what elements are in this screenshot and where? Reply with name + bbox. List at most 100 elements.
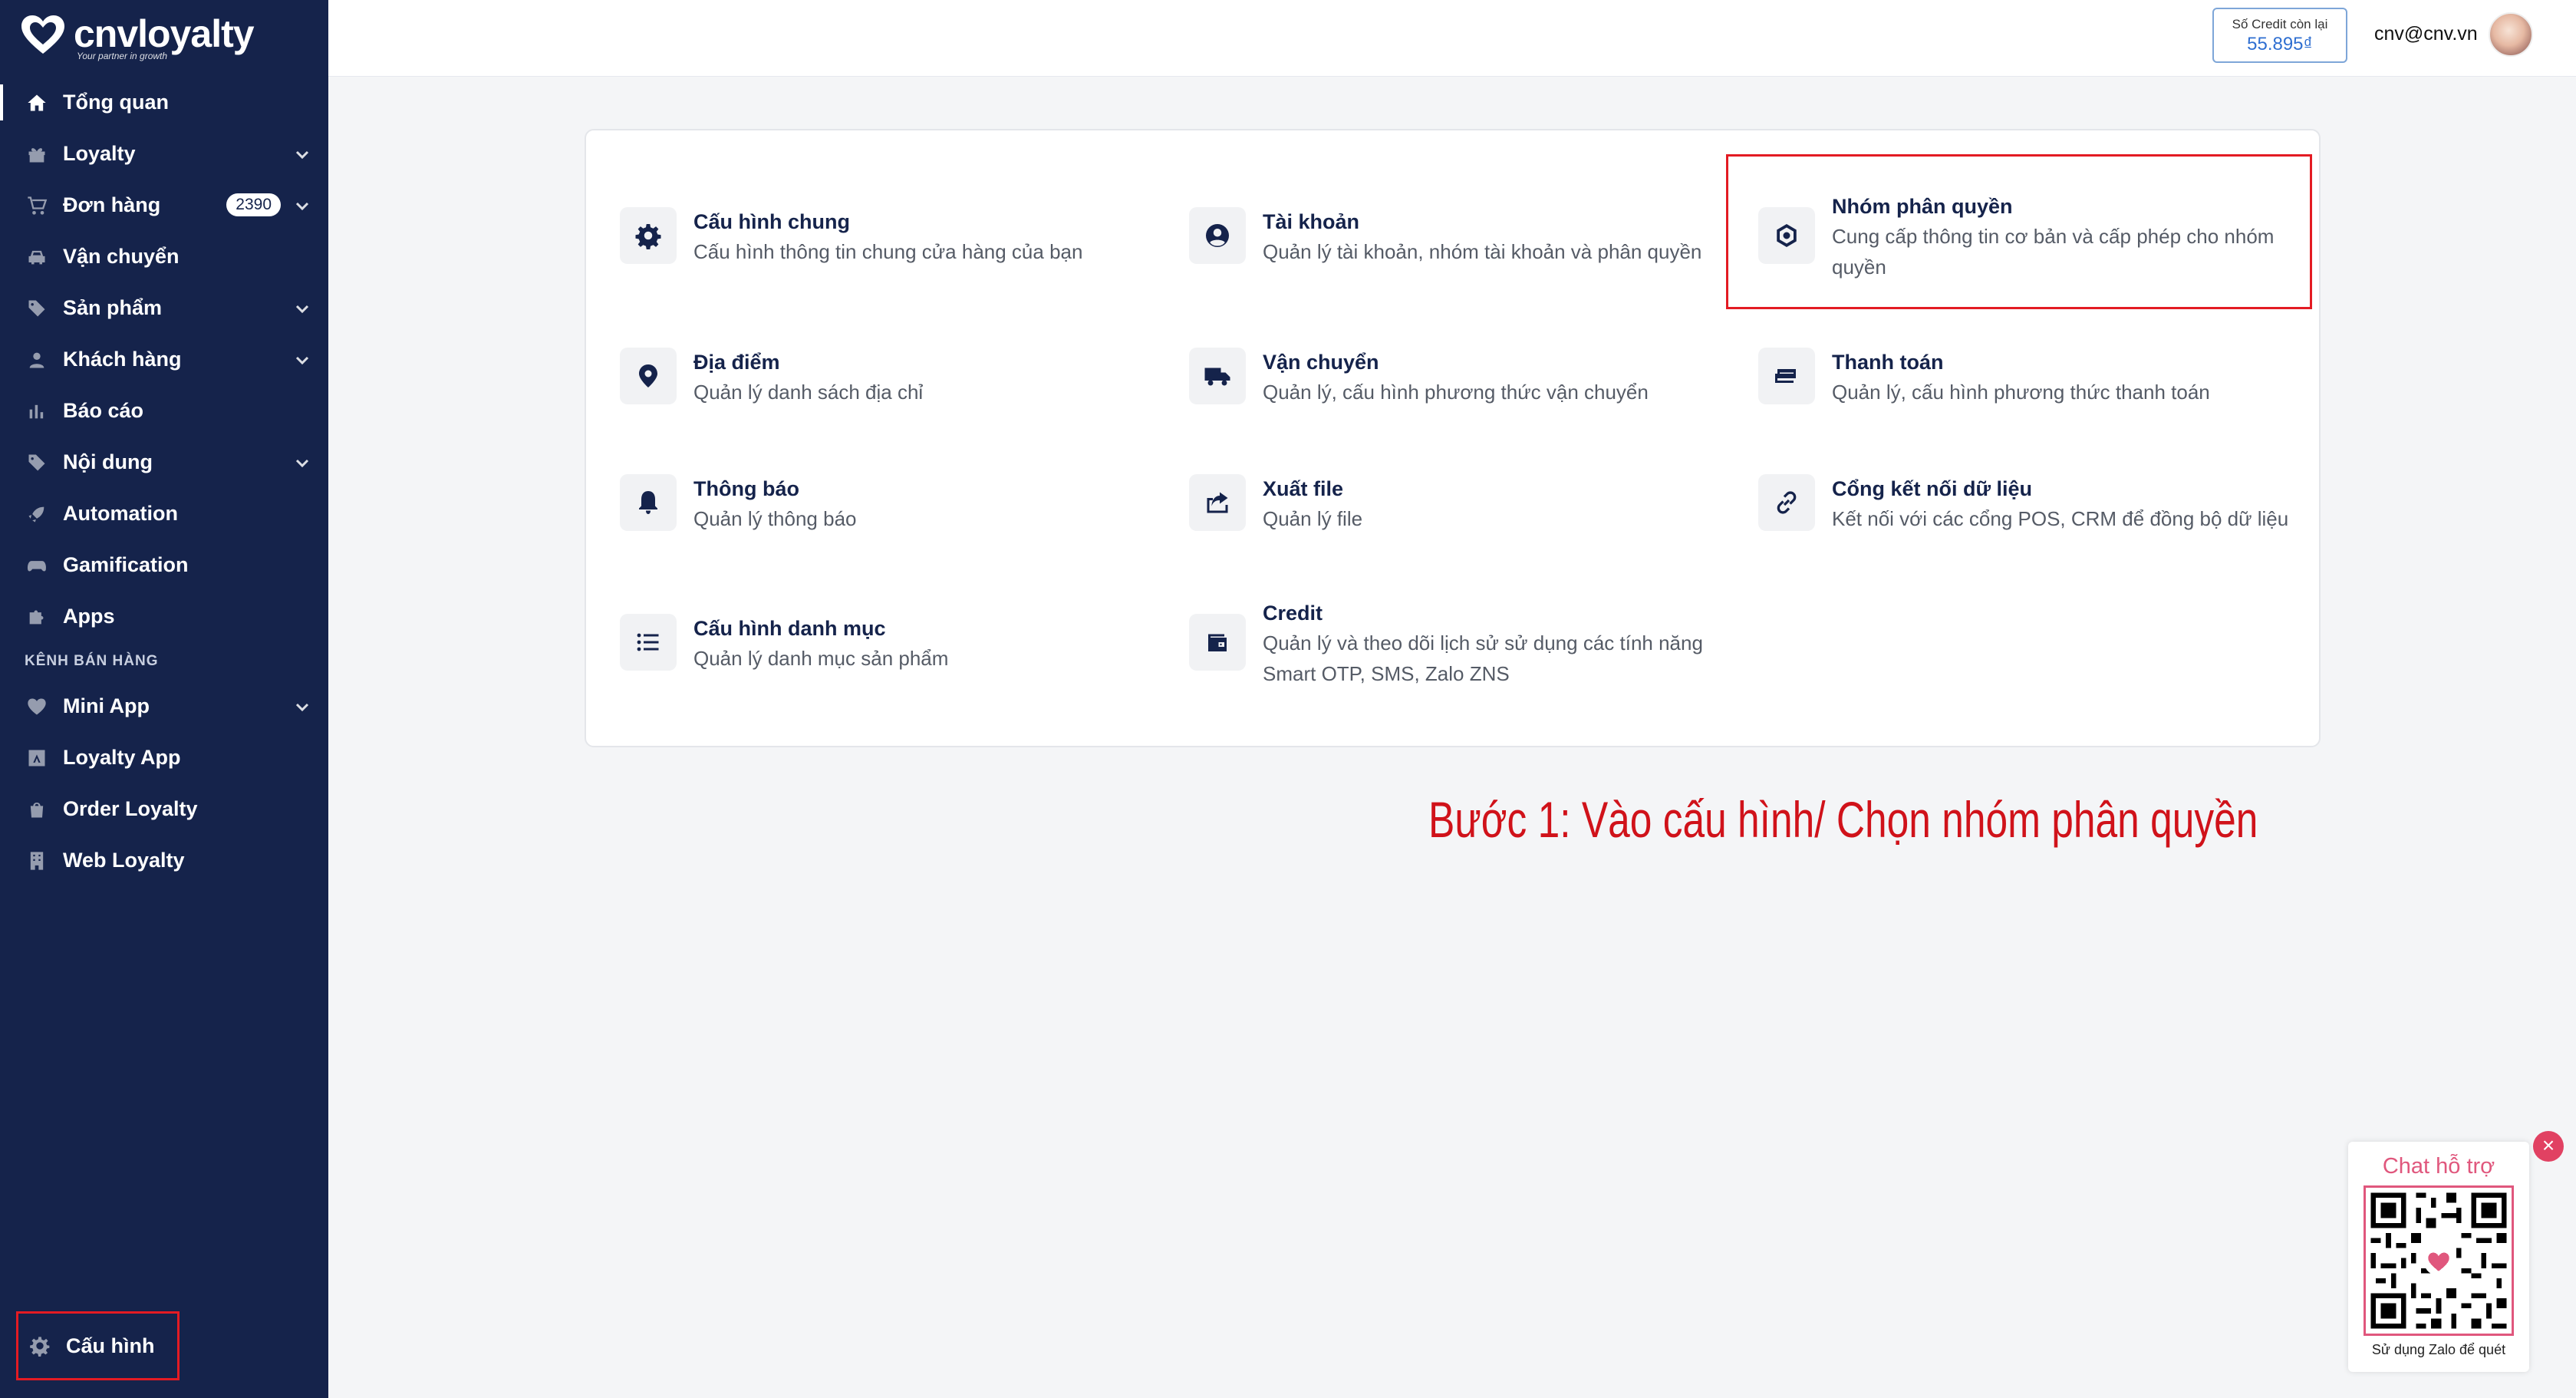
brand-tagline: Your partner in growth [77,51,168,61]
truck-icon [1189,348,1246,404]
chevron-down-icon[interactable] [293,351,311,369]
location-pin-icon [620,348,677,404]
setting-title: Credit [1263,602,1323,625]
sidebar-item-bao-cao[interactable]: Báo cáo [0,385,328,437]
sidebar-item-label: Sản phẩm [63,296,163,319]
bag-icon [25,797,49,822]
setting-cong-ket-noi[interactable]: Cổng kết nối dữ liệu Kết nối với các cổn… [1758,474,2288,534]
brand-logo[interactable]: cnvloyalty Your partner in growth [20,12,255,61]
wallet-icon [1189,614,1246,671]
sidebar-nav: Tổng quan Loyalty Đơn hàng 2390 Vận chuy… [0,77,328,886]
setting-xuat-file[interactable]: Xuất file Quản lý file [1189,474,1362,534]
sidebar-item-label: Mini App [63,694,150,717]
avatar[interactable] [2489,12,2533,57]
sidebar-item-mini-app[interactable]: Mini App [0,681,328,732]
sidebar-item-noi-dung[interactable]: Nội dung [0,437,328,488]
sidebar-item-loyalty-app[interactable]: Loyalty App [0,732,328,783]
setting-desc: Quản lý, cấu hình phương thức vận chuyển [1263,381,1649,404]
setting-thong-bao[interactable]: Thông báo Quản lý thông báo [620,474,857,534]
setting-thanh-toan[interactable]: Thanh toán Quản lý, cấu hình phương thức… [1758,348,2210,407]
setting-dia-diem[interactable]: Địa điểm Quản lý danh sách địa chỉ [620,348,923,407]
gamepad-icon [25,553,49,578]
credit-label: Số Credit còn lại [2232,17,2328,31]
qr-icon [2366,1188,2512,1334]
sidebar-item-web-loyalty[interactable]: Web Loyalty [0,835,328,886]
home-icon [25,91,49,115]
chevron-down-icon[interactable] [293,145,311,163]
setting-desc: Quản lý và theo dõi lịch sử sử dụng các … [1263,631,1703,654]
setting-title: Cổng kết nối dữ liệu [1832,477,2033,500]
close-icon[interactable]: × [2533,1131,2564,1162]
setting-title: Cấu hình danh mục [693,617,886,640]
sidebar-item-gamification[interactable]: Gamification [0,539,328,591]
step-annotation: Bước 1: Vào cấu hình/ Chọn nhóm phân quy… [1428,791,2258,848]
tag-icon [25,296,49,321]
sidebar-section-title: KÊNH BÁN HÀNG [25,653,159,669]
chat-support-widget[interactable]: Chat hỗ trợ Sử dụng Zalo để quét [2348,1142,2529,1372]
bell-icon [620,474,677,531]
sidebar-item-label: Gamification [63,553,189,576]
setting-desc: Smart OTP, SMS, Zalo ZNS [1263,662,1510,685]
cart-icon [25,193,49,218]
gear-icon [620,207,677,264]
tag-icon [25,450,49,475]
setting-tai-khoan[interactable]: Tài khoản Quản lý tài khoản, nhóm tài kh… [1189,207,1701,267]
sidebar-item-cau-hinh[interactable]: Cấu hình [16,1311,180,1380]
setting-credit[interactable]: Credit Quản lý và theo dõi lịch sử sử dụ… [1189,602,1703,689]
highlight-box [1726,154,2312,309]
building-icon [25,849,49,873]
sidebar-item-label: Báo cáo [63,399,144,422]
sidebar-item-label: Nội dung [63,450,153,473]
sidebar-item-van-chuyen[interactable]: Vận chuyển [0,231,328,282]
sidebar-item-san-pham[interactable]: Sản phẩm [0,282,328,334]
setting-title: Thông báo [693,477,799,500]
sidebar-item-label: Web Loyalty [63,849,185,872]
sidebar-item-label: Cấu hình [66,1334,155,1357]
sidebar-item-loyalty[interactable]: Loyalty [0,128,328,180]
gift-icon [25,142,49,167]
user-icon [25,348,49,372]
setting-title: Cấu hình chung [693,210,850,233]
setting-desc: Quản lý, cấu hình phương thức thanh toán [1832,381,2210,404]
setting-desc: Quản lý danh mục sản phẩm [693,647,949,670]
setting-title: Xuất file [1263,477,1344,500]
chevron-down-icon[interactable] [293,196,311,215]
credit-value: 55.895₫ [2247,34,2313,54]
zalo-qr-code [2364,1185,2514,1336]
user-email[interactable]: cnv@cnv.vn [2374,23,2478,45]
app-store-icon [25,746,49,770]
rocket-icon [25,502,49,526]
sidebar-item-automation[interactable]: Automation [0,488,328,539]
chevron-down-icon[interactable] [293,697,311,716]
credit-balance-box[interactable]: Số Credit còn lại 55.895₫ [2212,8,2347,63]
chat-footer: Sử dụng Zalo để quét [2371,1342,2506,1357]
setting-van-chuyen[interactable]: Vận chuyển Quản lý, cấu hình phương thức… [1189,348,1649,407]
account-circle-icon [1189,207,1246,264]
setting-desc: Cấu hình thông tin chung cửa hàng của bạ… [693,240,1083,263]
puzzle-icon [25,605,49,629]
car-icon [25,245,49,269]
sidebar-item-khach-hang[interactable]: Khách hàng [0,334,328,385]
chevron-down-icon[interactable] [293,453,311,472]
setting-cau-hinh-chung[interactable]: Cấu hình chung Cấu hình thông tin chung … [620,207,1082,267]
sidebar-item-order-loyalty[interactable]: Order Loyalty [0,783,328,835]
setting-desc: Kết nối với các cổng POS, CRM để đồng bộ… [1832,507,2289,530]
heart-logo-icon [21,15,64,54]
brand-name: cnvloyalty [74,12,255,55]
sidebar-item-label: Automation [63,502,178,525]
list-icon [620,614,677,671]
link-icon [1758,474,1815,531]
order-count-badge: 2390 [226,193,281,216]
sidebar-item-don-hang[interactable]: Đơn hàng 2390 [0,180,328,231]
sidebar-item-tong-quan[interactable]: Tổng quan [0,77,328,128]
setting-title: Thanh toán [1832,351,1944,374]
setting-desc: Quản lý danh sách địa chỉ [693,381,924,404]
bar-chart-icon [25,399,49,424]
chevron-down-icon[interactable] [293,299,311,318]
sidebar-item-apps[interactable]: Apps [0,591,328,642]
sidebar: cnvloyalty Your partner in growth Tổng q… [0,0,328,1398]
sidebar-item-label: Loyalty [63,142,136,165]
setting-title: Vận chuyển [1263,351,1379,374]
sidebar-item-label: Loyalty App [63,746,181,769]
setting-cau-hinh-danh-muc[interactable]: Cấu hình danh mục Quản lý danh mục sản p… [620,614,948,674]
